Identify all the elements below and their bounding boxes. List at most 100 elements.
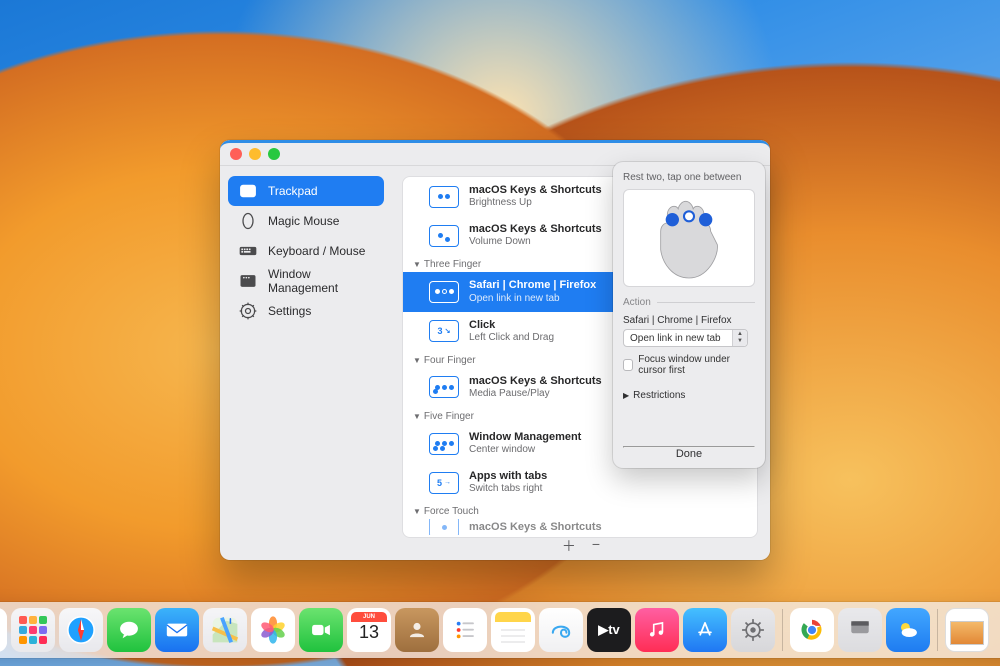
dock-app-freeform[interactable] xyxy=(539,608,583,652)
tv-label: ▶tv xyxy=(598,622,620,638)
select-value: Open link in new tab xyxy=(630,333,721,344)
sidebar-item-keyboard-mouse[interactable]: Keyboard / Mouse xyxy=(228,236,384,266)
sidebar-item-label: Keyboard / Mouse xyxy=(268,244,374,258)
sidebar-item-label: Settings xyxy=(268,304,374,318)
disclosure-triangle-icon: ▶ xyxy=(623,391,629,400)
gesture-row-sub: Open link in new tab xyxy=(469,293,596,305)
dock-app-facetime[interactable] xyxy=(299,608,343,652)
dock-app-bettertouchtool[interactable] xyxy=(838,608,882,652)
add-gesture-button[interactable]: ＋ xyxy=(562,536,576,556)
dock: JUN 13 ▶tv xyxy=(0,602,1000,658)
sidebar-item-window-management[interactable]: Window Management xyxy=(228,266,384,296)
action-app-label: Safari | Chrome | Firefox xyxy=(623,315,755,326)
gesture-row-title: Window Management xyxy=(469,431,581,444)
calendar-month: JUN xyxy=(351,612,387,622)
gesture-row-title: Apps with tabs xyxy=(469,470,547,483)
focus-window-checkbox-row[interactable]: Focus window under cursor first xyxy=(623,354,755,376)
gesture-row-title: Safari | Chrome | Firefox xyxy=(469,279,596,292)
dock-app-app-store[interactable] xyxy=(683,608,727,652)
dock-app-notes[interactable] xyxy=(491,608,535,652)
mouse-icon xyxy=(238,211,258,231)
keyboard-icon xyxy=(238,241,258,261)
group-label: Three Finger xyxy=(424,259,481,270)
dock-app-tv[interactable]: ▶tv xyxy=(587,608,631,652)
chevron-down-icon: ▼ xyxy=(413,356,421,365)
trackpad-icon xyxy=(238,181,258,201)
gesture-preview xyxy=(623,189,755,287)
select-stepper-icon: ▲▼ xyxy=(732,330,747,346)
dock-app-reminders[interactable] xyxy=(443,608,487,652)
dock-stack-downloads[interactable] xyxy=(945,608,989,652)
gesture-row[interactable]: macOS Keys & Shortcuts xyxy=(403,519,757,535)
gesture-row-title: macOS Keys & Shortcuts xyxy=(469,375,602,388)
close-window-button[interactable] xyxy=(230,148,242,160)
gesture-row-sub: Center window xyxy=(469,444,581,456)
action-section: Action xyxy=(623,297,755,308)
action-select[interactable]: Open link in new tab ▲▼ xyxy=(623,329,748,347)
group-label: Four Finger xyxy=(424,355,476,366)
chevron-down-icon: ▼ xyxy=(413,507,421,516)
gesture-glyph-icon xyxy=(429,519,459,535)
sidebar-item-label: Window Management xyxy=(268,267,374,295)
dock-app-photos[interactable] xyxy=(251,608,295,652)
dock-app-calendar[interactable]: JUN 13 xyxy=(347,608,391,652)
calendar-day: 13 xyxy=(347,622,391,643)
gesture-row-sub: Switch tabs right xyxy=(469,483,547,495)
dock-app-messages[interactable] xyxy=(107,608,151,652)
gesture-detail-popover: Rest two, tap one between Action Safari … xyxy=(613,162,765,468)
dock-app-finder[interactable] xyxy=(0,608,7,652)
gesture-glyph-icon xyxy=(429,281,459,303)
sidebar-item-magic-mouse[interactable]: Magic Mouse xyxy=(228,206,384,236)
dock-app-launchpad[interactable] xyxy=(11,608,55,652)
remove-gesture-button[interactable]: − xyxy=(592,536,600,556)
gesture-glyph-icon: 5→ xyxy=(429,472,459,494)
dock-app-mail[interactable] xyxy=(155,608,199,652)
list-footer-controls: ＋ − xyxy=(562,536,600,556)
dock-app-system-settings[interactable] xyxy=(731,608,775,652)
gesture-row-title: Click xyxy=(469,319,554,332)
sidebar-item-label: Trackpad xyxy=(268,184,374,198)
gear-icon xyxy=(238,301,258,321)
dock-app-music[interactable] xyxy=(635,608,679,652)
section-header: Action xyxy=(623,297,651,308)
gesture-description: Rest two, tap one between xyxy=(623,172,755,183)
group-label: Five Finger xyxy=(424,411,474,422)
done-button[interactable]: Done xyxy=(623,448,755,460)
gesture-row-title: macOS Keys & Shortcuts xyxy=(469,521,602,534)
checkbox[interactable] xyxy=(623,359,633,371)
gesture-row-title: macOS Keys & Shortcuts xyxy=(469,184,602,197)
gesture-group-header[interactable]: ▼Force Touch xyxy=(403,502,757,519)
gesture-row-sub: Volume Down xyxy=(469,236,602,248)
gesture-row-sub: Brightness Up xyxy=(469,197,602,209)
dock-trash[interactable] xyxy=(993,608,1000,652)
zoom-window-button[interactable] xyxy=(268,148,280,160)
window-management-icon xyxy=(238,271,258,291)
checkbox-label: Focus window under cursor first xyxy=(638,354,755,376)
restrictions-disclosure[interactable]: ▶ Restrictions xyxy=(623,390,755,401)
sidebar-item-settings[interactable]: Settings xyxy=(228,296,384,326)
dock-app-maps[interactable] xyxy=(203,608,247,652)
gesture-row-sub: Left Click and Drag xyxy=(469,332,554,344)
restrictions-label: Restrictions xyxy=(633,390,685,401)
gesture-glyph-icon xyxy=(429,376,459,398)
gesture-glyph-icon xyxy=(429,225,459,247)
gesture-row-sub: Media Pause/Play xyxy=(469,388,602,400)
chevron-down-icon: ▼ xyxy=(413,412,421,421)
gesture-row[interactable]: 5→ Apps with tabs Switch tabs right xyxy=(403,463,757,502)
minimize-window-button[interactable] xyxy=(249,148,261,160)
dock-app-weather[interactable] xyxy=(886,608,930,652)
dock-app-safari[interactable] xyxy=(59,608,103,652)
sidebar-item-label: Magic Mouse xyxy=(268,214,374,228)
dock-separator xyxy=(782,609,783,651)
gesture-glyph-icon xyxy=(429,186,459,208)
gesture-glyph-icon: 3↘ xyxy=(429,320,459,342)
chevron-down-icon: ▼ xyxy=(413,260,421,269)
dock-separator xyxy=(937,609,938,651)
gesture-glyph-icon xyxy=(429,433,459,455)
dock-app-contacts[interactable] xyxy=(395,608,439,652)
gesture-row-title: macOS Keys & Shortcuts xyxy=(469,223,602,236)
group-label: Force Touch xyxy=(424,506,479,517)
sidebar-item-trackpad[interactable]: Trackpad xyxy=(228,176,384,206)
sidebar: Trackpad Magic Mouse Keyboard / Mouse Wi… xyxy=(220,166,392,560)
dock-app-chrome[interactable] xyxy=(790,608,834,652)
